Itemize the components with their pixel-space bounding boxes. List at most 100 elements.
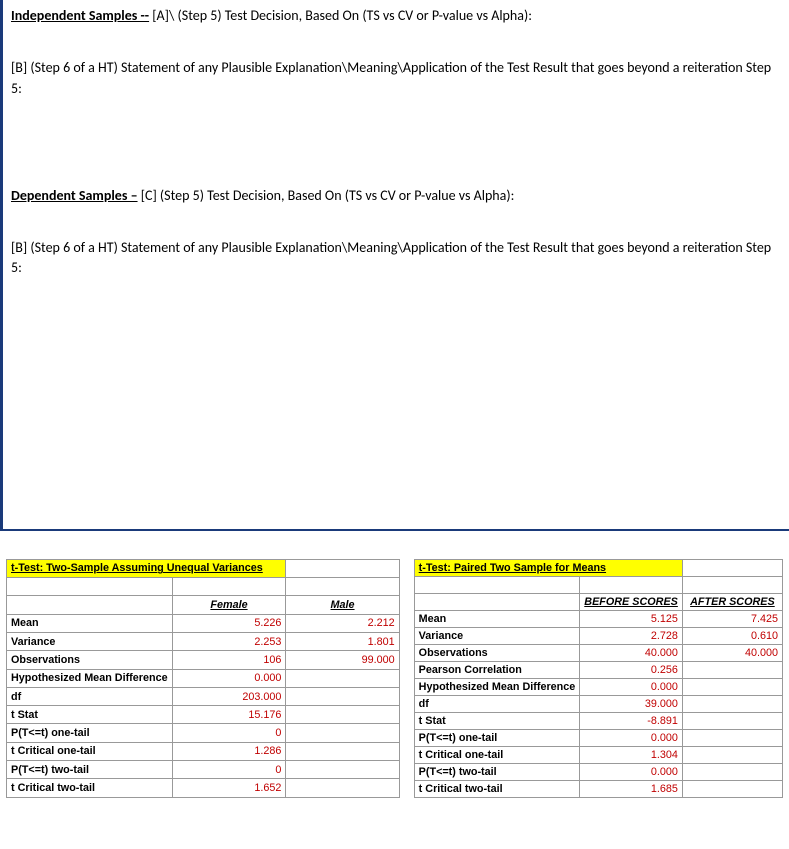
table-row [414,576,782,593]
cell-value: 0.610 [682,627,782,644]
row-label: Hypothesized Mean Difference [414,678,580,695]
cell-value: 106 [172,651,286,669]
empty-cell [286,779,399,797]
empty-cell [682,780,782,797]
row-label: Variance [7,632,173,650]
t-test-paired-table: t-Test: Paired Two Sample for Means BEFO… [414,559,783,798]
row-label: t Critical one-tail [414,746,580,763]
row-label: Variance [414,627,580,644]
table-row: t Critical one-tail1.286 [7,742,400,760]
table-row: t-Test: Two-Sample Assuming Unequal Vari… [7,559,400,577]
cell-value: 99.000 [286,651,399,669]
col-header-after: AFTER SCORES [682,593,782,610]
row-label: Hypothesized Mean Difference [7,669,173,687]
empty-cell [682,678,782,695]
cell-value: 40.000 [682,644,782,661]
cell-value: 1.801 [286,632,399,650]
question-body: Independent Samples -- [A]\ (Step 5) Tes… [0,0,789,531]
cell-value: 203.000 [172,687,286,705]
row-label: Observations [7,651,173,669]
cell-value: 40.000 [580,644,683,661]
row-label: Mean [414,610,580,627]
cell-value: -8.891 [580,712,683,729]
empty-cell [682,661,782,678]
row-label: t Critical two-tail [414,780,580,797]
table-row: t Stat15.176 [7,706,400,724]
table-row: P(T<=t) two-tail0.000 [414,763,782,780]
b-text-2: [B] (Step 6 of a HT) Statement of any Pl… [11,238,779,279]
row-label: P(T<=t) two-tail [414,763,580,780]
empty-cell [682,763,782,780]
cell-value: 0 [172,724,286,742]
table-row: BEFORE SCORES AFTER SCORES [414,593,782,610]
row-label: Mean [7,614,173,632]
empty-cell [286,742,399,760]
cell-value: 2.212 [286,614,399,632]
spacer [11,131,779,186]
empty-cell [286,687,399,705]
table-row: Variance2.2531.801 [7,632,400,650]
table-row: P(T<=t) one-tail0 [7,724,400,742]
row-label: df [7,687,173,705]
tables-row: t-Test: Two-Sample Assuming Unequal Vari… [0,559,789,798]
empty-cell [682,746,782,763]
cell-value: 1.685 [580,780,683,797]
empty-cell [414,593,580,610]
cell-value: 5.125 [580,610,683,627]
table-row: P(T<=t) one-tail0.000 [414,729,782,746]
table-row: Observations10699.000 [7,651,400,669]
row-label: t Critical one-tail [7,742,173,760]
cell-value: 0.000 [580,729,683,746]
cell-value: 0.000 [172,669,286,687]
table-row: Female Male [7,596,400,614]
empty-cell [286,706,399,724]
table-row: df203.000 [7,687,400,705]
table-row: Mean5.1257.425 [414,610,782,627]
cell-value: 1.286 [172,742,286,760]
cell-value: 1.304 [580,746,683,763]
table-row [7,578,400,596]
cell-value: 0.000 [580,678,683,695]
cell-value: 0.000 [580,763,683,780]
row-label: P(T<=t) two-tail [7,761,173,779]
table-row: Mean5.2262.212 [7,614,400,632]
table-row: Variance2.7280.610 [414,627,782,644]
dependent-c-text: [C] (Step 5) Test Decision, Based On (TS… [138,187,515,204]
cell-value: 2.253 [172,632,286,650]
row-label: P(T<=t) one-tail [414,729,580,746]
table-row: t Stat-8.891 [414,712,782,729]
row-label: Observations [414,644,580,661]
row-label: P(T<=t) one-tail [7,724,173,742]
independent-a-text: [A]\ (Step 5) Test Decision, Based On (T… [149,7,532,24]
dependent-heading: Dependent Samples – [11,187,138,204]
table-row: Hypothesized Mean Difference0.000 [414,678,782,695]
col-header-before: BEFORE SCORES [580,593,683,610]
table-row: P(T<=t) two-tail0 [7,761,400,779]
b-text-1: [B] (Step 6 of a HT) Statement of any Pl… [11,58,779,99]
row-label: df [414,695,580,712]
cell-value: 1.652 [172,779,286,797]
cell-value: 39.000 [580,695,683,712]
table-title: t-Test: Two-Sample Assuming Unequal Vari… [7,559,286,577]
table-title: t-Test: Paired Two Sample for Means [414,559,682,576]
cell-value: 2.728 [580,627,683,644]
table-row: Observations40.00040.000 [414,644,782,661]
row-label: t Stat [414,712,580,729]
row-label: Pearson Correlation [414,661,580,678]
col-header-female: Female [172,596,286,614]
table-row: Pearson Correlation0.256 [414,661,782,678]
empty-cell [286,559,399,577]
cell-value: 0.256 [580,661,683,678]
table-row: t Critical two-tail1.685 [414,780,782,797]
col-header-male: Male [286,596,399,614]
cell-value: 5.226 [172,614,286,632]
table-row: t-Test: Paired Two Sample for Means [414,559,782,576]
empty-cell [286,669,399,687]
independent-line: Independent Samples -- [A]\ (Step 5) Tes… [11,6,779,26]
t-test-unequal-variances-table: t-Test: Two-Sample Assuming Unequal Vari… [6,559,400,798]
cell-value: 7.425 [682,610,782,627]
table-row: t Critical one-tail1.304 [414,746,782,763]
table-row: t Critical two-tail1.652 [7,779,400,797]
row-label: t Stat [7,706,173,724]
empty-cell [682,559,782,576]
